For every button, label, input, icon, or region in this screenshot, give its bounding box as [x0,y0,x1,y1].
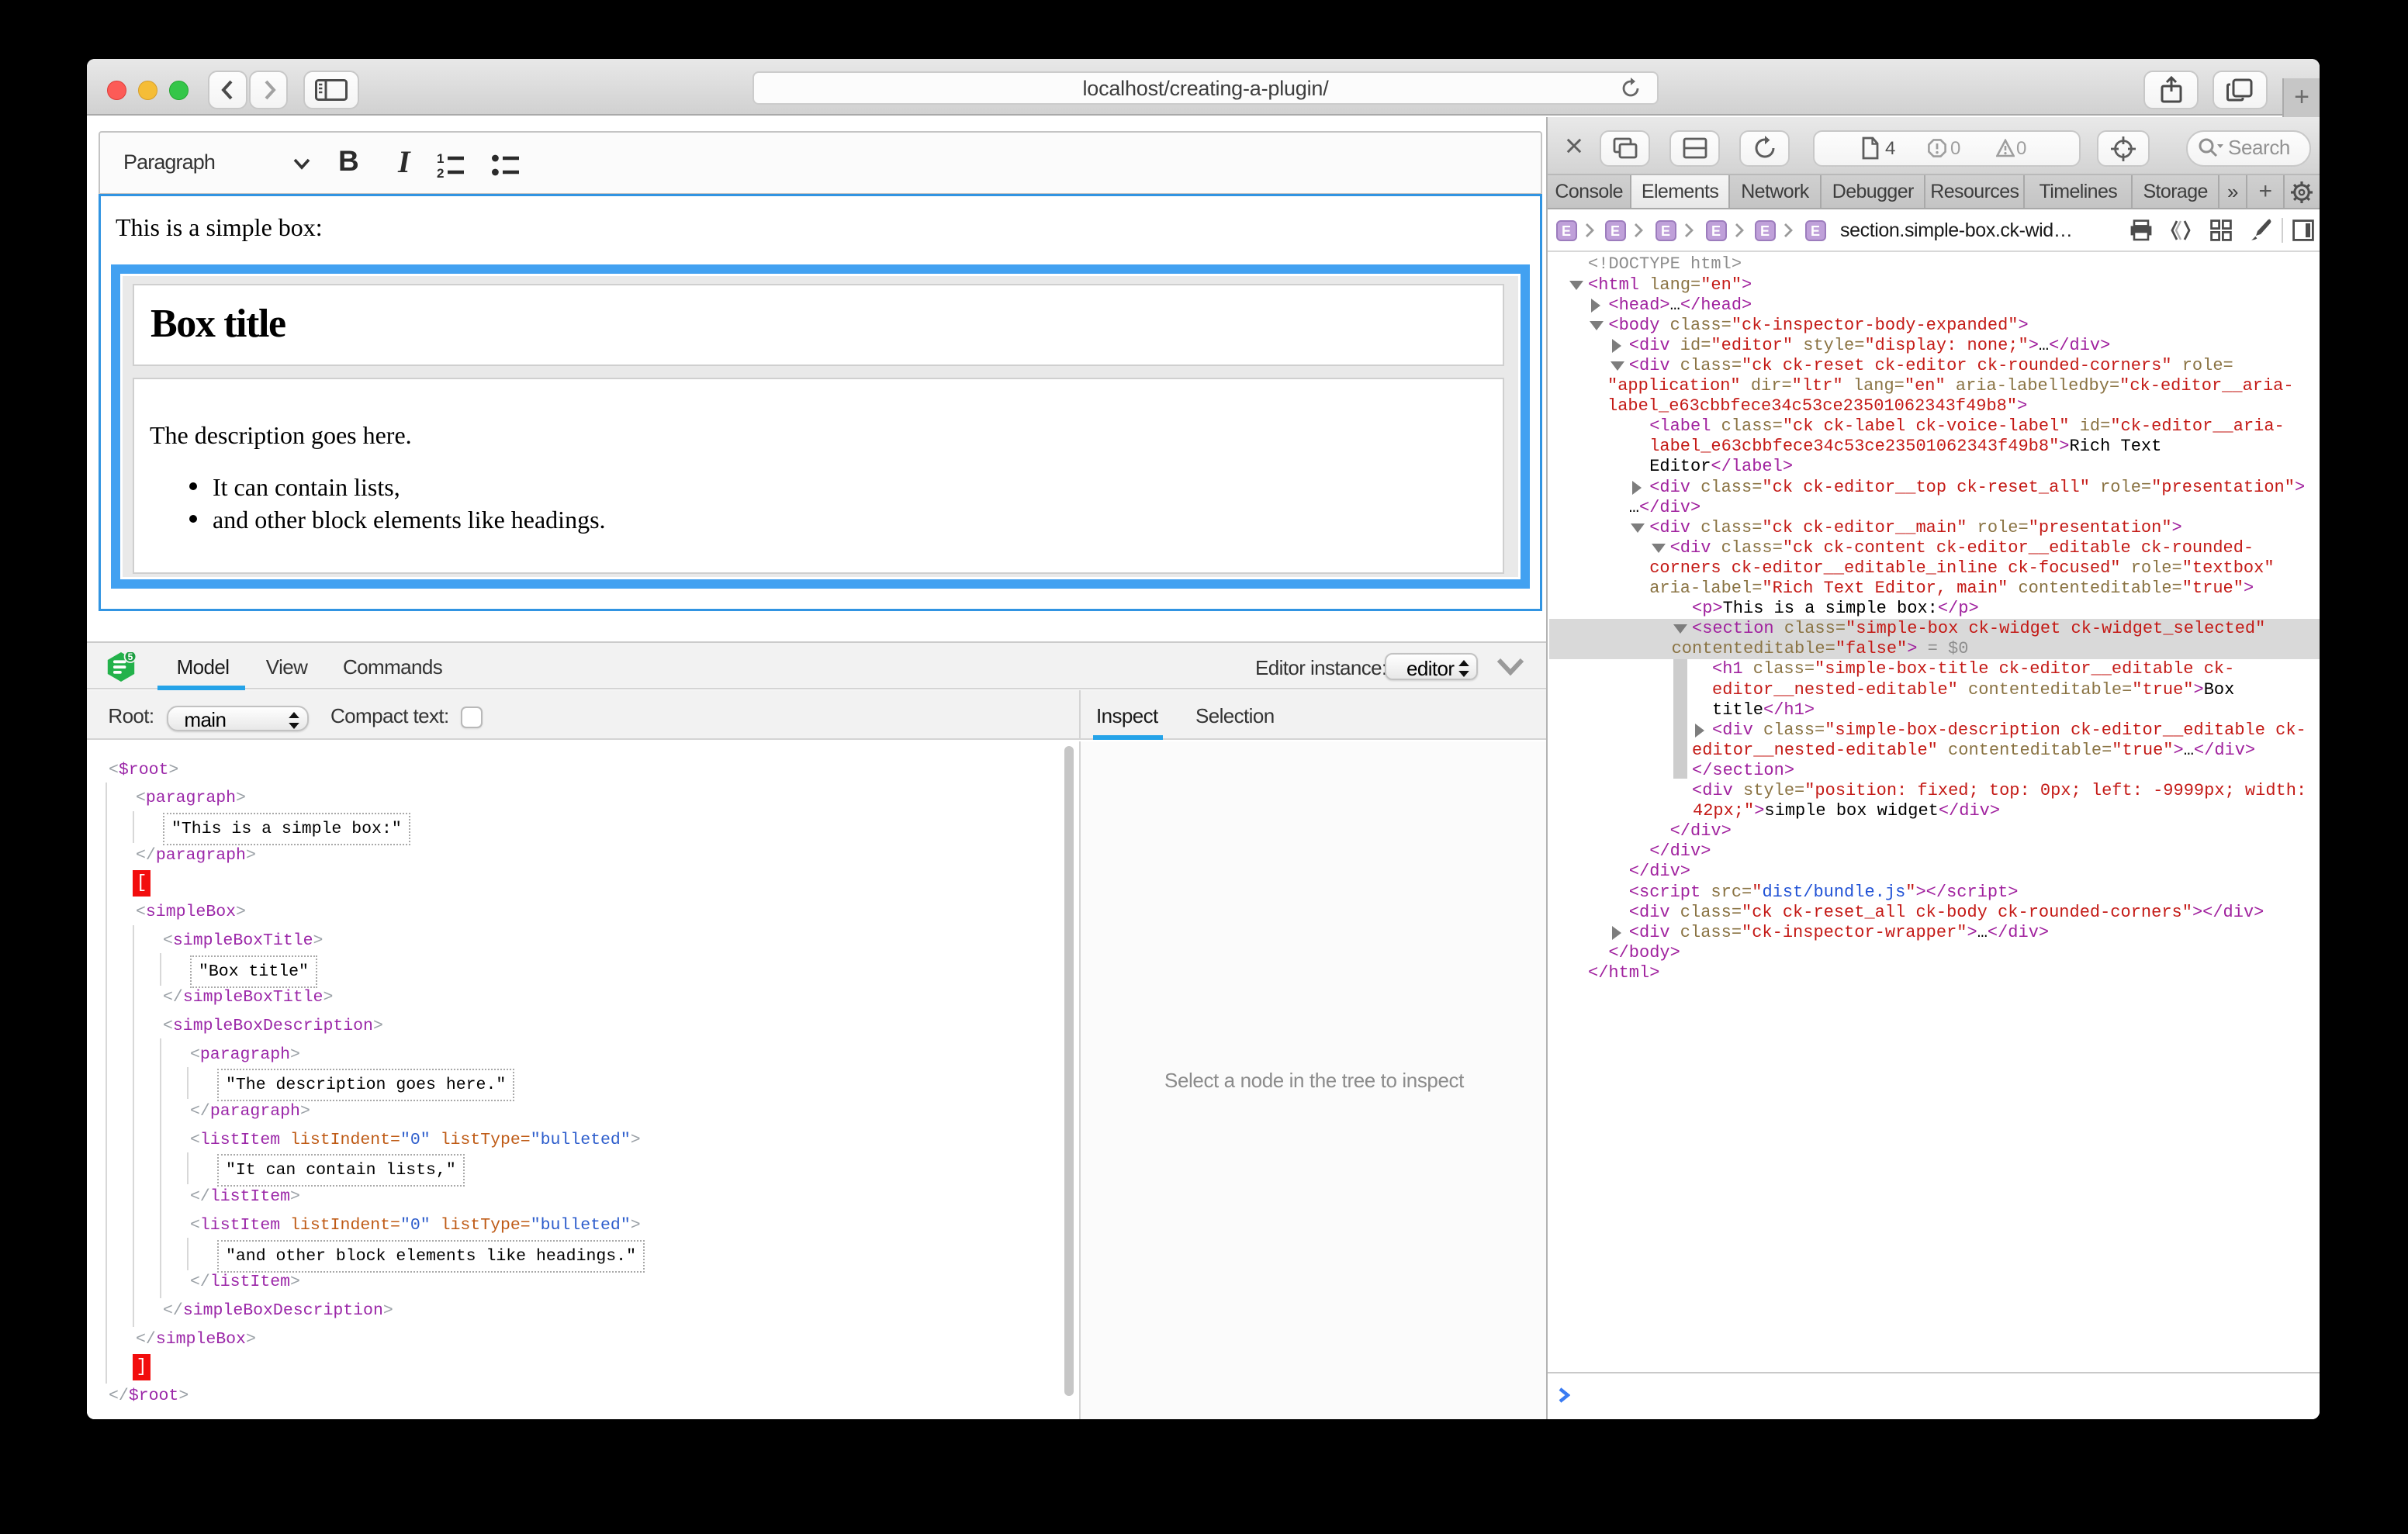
svg-text:2: 2 [437,166,444,178]
svg-text:1: 1 [437,151,444,166]
svg-text:5: 5 [127,652,133,662]
